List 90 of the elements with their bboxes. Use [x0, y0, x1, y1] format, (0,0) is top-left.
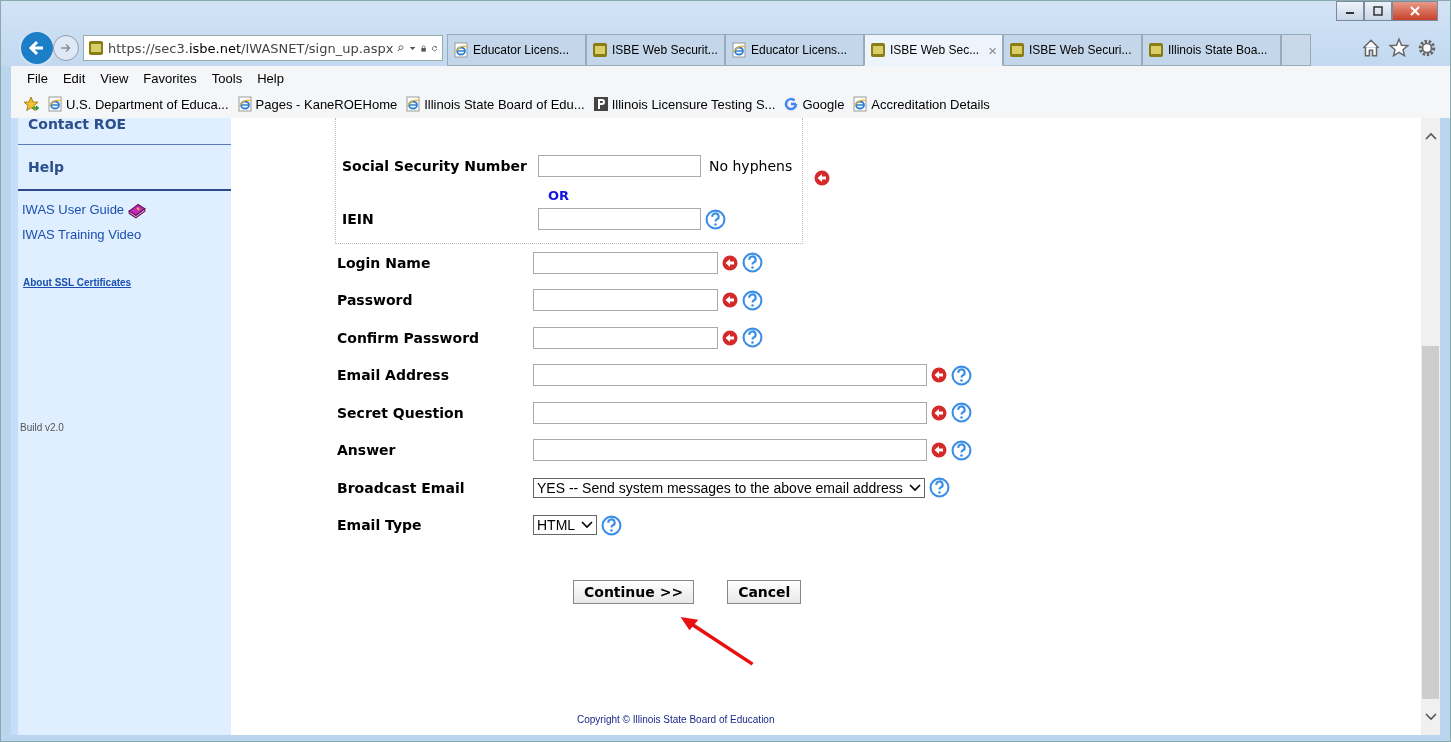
minimize-button[interactable] — [1336, 1, 1364, 21]
forward-arrow-icon — [59, 41, 73, 55]
field-label: Email Address — [337, 367, 450, 384]
seal-icon — [870, 42, 886, 58]
favorite-link[interactable]: Illinois Licensure Testing S... — [611, 96, 776, 112]
text-field[interactable] — [538, 208, 701, 230]
ssl-link[interactable]: About SSL Certificates — [23, 277, 231, 288]
copyright-text: Copyright © Illinois State Board of Education — [577, 714, 776, 725]
menu-item[interactable]: Tools — [211, 70, 243, 86]
menu-item[interactable]: File — [27, 70, 48, 86]
browser-tab[interactable]: ISBE Web Securi... — [1003, 34, 1142, 66]
back-button[interactable] — [19, 30, 55, 66]
favorite-link[interactable]: Illinois State Board of Edu... — [424, 96, 585, 112]
text-field[interactable] — [533, 251, 718, 274]
field-label: Email Type — [337, 517, 423, 534]
help-icon[interactable] — [705, 208, 726, 230]
field-label: Secret Question — [337, 404, 465, 421]
continue-button[interactable]: Continue >> — [573, 580, 695, 604]
text-field[interactable] — [538, 155, 701, 177]
field-hint: No hyphens — [709, 158, 793, 174]
seal-icon — [88, 40, 104, 56]
menu-item[interactable]: Favorites — [143, 70, 197, 86]
settings-icon[interactable] — [1416, 37, 1438, 59]
dropdown[interactable]: YES -- Send system messages to the above email address — [533, 477, 925, 498]
text-field[interactable] — [533, 401, 927, 424]
seal-icon — [1148, 42, 1164, 58]
scrollbar[interactable] — [1421, 118, 1440, 735]
browser-tab[interactable]: ISBE Web Securit... — [586, 34, 725, 66]
maximize-button[interactable] — [1364, 1, 1392, 21]
close-icon — [1410, 6, 1420, 16]
p-logo-icon — [592, 96, 609, 112]
field-label: Answer — [337, 442, 397, 459]
forward-button[interactable] — [53, 35, 79, 61]
dropdown[interactable]: HTML — [533, 515, 598, 536]
scroll-up-icon[interactable] — [1424, 132, 1437, 140]
field-label: IEIN — [342, 211, 375, 227]
seal-icon — [592, 42, 608, 58]
g-logo-icon — [783, 96, 800, 112]
maximize-icon — [1373, 6, 1383, 16]
sidebar-heading[interactable]: Contact ROE — [18, 116, 231, 145]
home-icon[interactable] — [1360, 37, 1382, 59]
browser-tab[interactable]: Illinois State Boa... — [1142, 34, 1281, 66]
page-icon — [47, 96, 63, 112]
browser-tab[interactable]: Educator Licens... — [447, 34, 586, 66]
sidebar-link[interactable]: IWAS User Guide — [22, 202, 125, 217]
favorite-link[interactable]: Google — [802, 96, 845, 112]
build-version: Build v2.0 — [20, 422, 65, 433]
page-icon — [405, 96, 422, 112]
menu-item[interactable]: View — [100, 70, 129, 86]
field-label: Confirm Password — [337, 329, 481, 346]
scroll-down-icon[interactable] — [1424, 713, 1437, 721]
page-icon — [852, 96, 869, 112]
cancel-button[interactable]: Cancel — [727, 580, 802, 604]
url-text: https://sec3.isbe.net/IWASNET/sign_up.aspx — [108, 40, 394, 56]
text-field[interactable] — [533, 439, 927, 462]
chevron-down-icon — [908, 483, 921, 492]
favorite-link[interactable]: Pages - KaneROEHome — [255, 96, 398, 112]
browser-tab[interactable]: Educator Licens... — [725, 34, 864, 66]
address-bar[interactable]: https://sec3.isbe.net/IWASNET/sign_up.aspx — [83, 35, 443, 61]
close-button[interactable] — [1392, 1, 1438, 21]
star-icon[interactable] — [1388, 37, 1410, 59]
text-field[interactable] — [533, 326, 718, 349]
field-label: Login Name — [337, 254, 432, 271]
sidebar-link[interactable]: IWAS Training Video — [22, 227, 142, 242]
favorites-star-icon[interactable] — [23, 96, 39, 112]
page-icon — [236, 96, 253, 112]
page-icon — [731, 42, 747, 58]
help-icon[interactable] — [951, 439, 972, 461]
field-label: Password — [337, 292, 414, 309]
sidebar-heading[interactable]: Help — [18, 145, 231, 191]
menu-item[interactable]: Edit — [62, 70, 86, 86]
page-icon — [453, 42, 469, 58]
help-icon[interactable] — [951, 364, 972, 386]
favorite-link[interactable]: Accreditation Details — [871, 96, 990, 112]
field-label: Broadcast Email — [337, 479, 466, 496]
help-icon[interactable] — [928, 477, 950, 499]
help-icon[interactable] — [742, 252, 763, 274]
help-icon[interactable] — [742, 289, 763, 311]
browser-tab[interactable]: ISBE Web Sec... × — [864, 34, 1003, 66]
field-label: Social Security Number — [342, 158, 528, 174]
chevron-down-icon — [581, 521, 594, 530]
favorite-link[interactable]: U.S. Department of Educa... — [66, 96, 229, 112]
text-field[interactable] — [533, 289, 718, 312]
help-icon[interactable] — [601, 514, 623, 536]
help-icon[interactable] — [742, 327, 763, 349]
or-separator: OR — [548, 188, 571, 203]
text-field[interactable] — [533, 364, 927, 387]
menu-item[interactable]: Help — [257, 70, 284, 86]
help-icon[interactable] — [951, 402, 972, 424]
seal-icon — [1009, 42, 1025, 58]
